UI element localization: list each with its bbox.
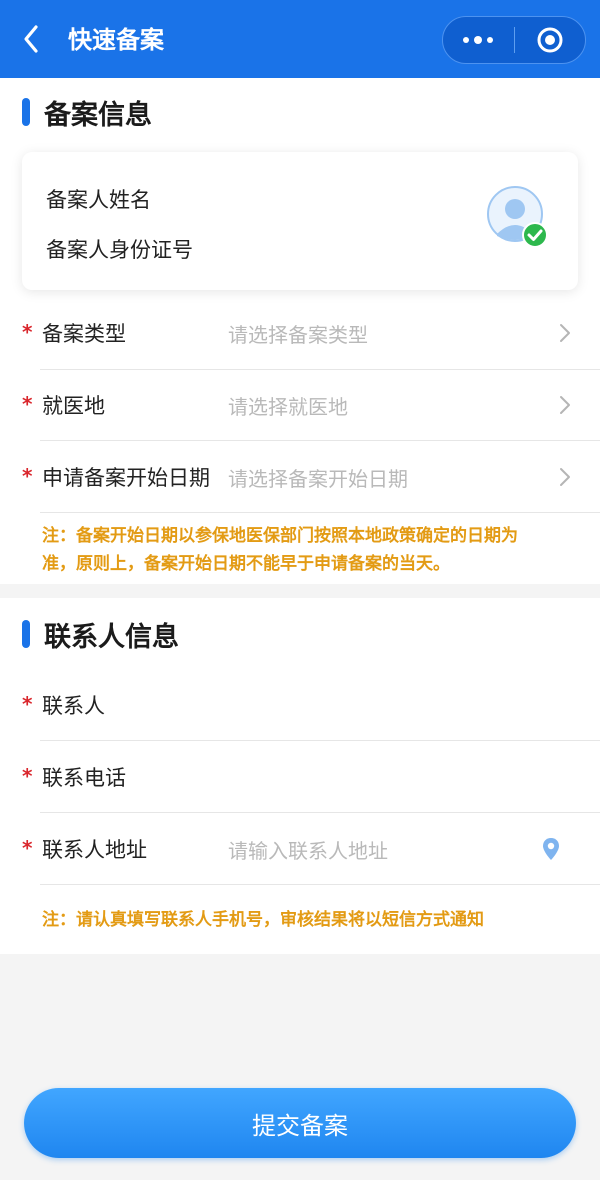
heading-accent-bar [22, 98, 30, 126]
avatar [486, 186, 550, 250]
filing-info-title: 备案信息 [44, 99, 152, 131]
start-date-note-line2: 准，原则上，备案开始日期不能早于申请备案的当天。 [42, 554, 450, 574]
verified-check-icon [522, 222, 548, 248]
target-icon [537, 27, 563, 53]
submit-filing-button[interactable]: 提交备案 [24, 1088, 576, 1158]
medical-location-label: 就医地 [42, 394, 105, 418]
back-icon[interactable] [18, 22, 48, 56]
medical-location-field[interactable]: * 就医地 请选择就医地 [0, 370, 600, 442]
required-mark: * [22, 692, 33, 716]
contact-address-placeholder: 请输入联系人地址 [228, 839, 388, 863]
start-date-note: 注：备案开始日期以参保地医保部门按照本地政策确定的日期为 准，原则上，备案开始日… [42, 522, 564, 578]
navigation-bar: 快速备案 [0, 0, 600, 78]
required-mark: * [22, 392, 33, 416]
mini-program-capsule [442, 16, 586, 64]
close-mini-program-button[interactable] [515, 17, 586, 63]
contact-address-label: 联系人地址 [42, 838, 147, 862]
location-pin-icon[interactable] [540, 836, 562, 862]
medical-location-placeholder: 请选择就医地 [228, 395, 348, 419]
filing-type-placeholder: 请选择备案类型 [228, 323, 368, 347]
more-icon [463, 36, 494, 44]
filer-name-label: 备案人姓名 [46, 188, 151, 212]
row-divider [40, 884, 600, 885]
row-divider [40, 740, 600, 741]
contact-note: 注：请认真填写联系人手机号，审核结果将以短信方式通知 [42, 910, 484, 930]
required-mark: * [22, 464, 33, 488]
contact-info-title: 联系人信息 [44, 621, 179, 653]
contact-info-heading: 联系人信息 [22, 619, 179, 653]
contact-name-label: 联系人 [42, 694, 105, 718]
chevron-right-icon [560, 396, 570, 414]
contact-name-field[interactable]: * 联系人 [0, 670, 600, 742]
start-date-note-line1: 注：备案开始日期以参保地医保部门按照本地政策确定的日期为 [42, 526, 518, 546]
contact-phone-label: 联系电话 [42, 766, 126, 790]
filing-type-field[interactable]: * 备案类型 请选择备案类型 [0, 298, 600, 370]
row-divider [40, 812, 600, 813]
required-mark: * [22, 320, 33, 344]
page-title: 快速备案 [68, 26, 164, 54]
row-divider [40, 512, 600, 513]
required-mark: * [22, 836, 33, 860]
chevron-right-icon [560, 324, 570, 342]
contact-phone-field[interactable]: * 联系电话 [0, 742, 600, 814]
start-date-field[interactable]: * 申请备案开始日期 请选择备案开始日期 [0, 442, 600, 514]
required-mark: * [22, 764, 33, 788]
row-divider [40, 440, 600, 441]
chevron-right-icon [560, 468, 570, 486]
start-date-label: 申请备案开始日期 [42, 466, 210, 490]
filing-type-label: 备案类型 [42, 322, 126, 346]
more-menu-button[interactable] [443, 17, 514, 63]
filing-info-heading: 备案信息 [22, 97, 152, 131]
start-date-placeholder: 请选择备案开始日期 [228, 467, 408, 491]
heading-accent-bar [22, 620, 30, 648]
filer-identity-card: 备案人姓名 备案人身份证号 [22, 152, 578, 290]
contact-address-field[interactable]: * 联系人地址 请输入联系人地址 [0, 814, 600, 886]
filer-id-label: 备案人身份证号 [46, 238, 193, 262]
